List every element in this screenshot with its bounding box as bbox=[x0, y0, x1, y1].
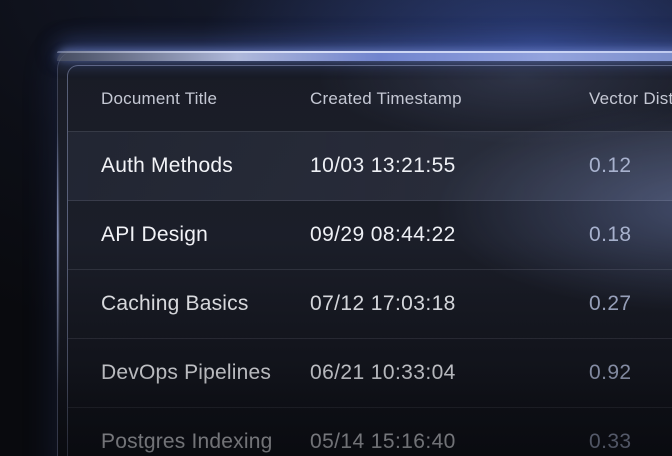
document-title-cell: Caching Basics bbox=[101, 292, 310, 316]
document-title-cell: API Design bbox=[101, 223, 310, 247]
document-title-cell: Auth Methods bbox=[101, 154, 310, 178]
vector-distance-cell: 0.12 bbox=[589, 154, 672, 178]
created-timestamp-cell: 07/12 17:03:18 bbox=[310, 292, 589, 316]
table-row[interactable]: API Design 09/29 08:44:22 0.18 bbox=[68, 201, 672, 270]
table-row[interactable]: Postgres Indexing 05/14 15:16:40 0.33 bbox=[68, 408, 672, 456]
table-row[interactable]: Auth Methods 10/03 13:21:55 0.12 bbox=[68, 132, 672, 201]
column-header-document-title: Document Title bbox=[101, 89, 310, 109]
table-header-row: Document Title Created Timestamp Vector … bbox=[68, 66, 672, 132]
column-header-vector-distance: Vector Distance bbox=[589, 89, 672, 109]
table-row[interactable]: Caching Basics 07/12 17:03:18 0.27 bbox=[68, 270, 672, 339]
vector-distance-cell: 0.92 bbox=[589, 361, 672, 385]
documents-table: Document Title Created Timestamp Vector … bbox=[67, 65, 672, 456]
created-timestamp-cell: 09/29 08:44:22 bbox=[310, 223, 589, 247]
created-timestamp-cell: 06/21 10:33:04 bbox=[310, 361, 589, 385]
created-timestamp-cell: 05/14 15:16:40 bbox=[310, 430, 589, 454]
vector-distance-cell: 0.27 bbox=[589, 292, 672, 316]
table-row[interactable]: DevOps Pipelines 06/21 10:33:04 0.92 bbox=[68, 339, 672, 408]
background: Document Title Created Timestamp Vector … bbox=[0, 0, 672, 456]
vector-distance-cell: 0.33 bbox=[589, 430, 672, 454]
document-title-cell: DevOps Pipelines bbox=[101, 361, 310, 385]
panel-left-glow bbox=[57, 131, 59, 391]
column-header-created-timestamp: Created Timestamp bbox=[310, 89, 589, 109]
vector-distance-cell: 0.18 bbox=[589, 223, 672, 247]
documents-table-panel: Document Title Created Timestamp Vector … bbox=[57, 51, 672, 456]
created-timestamp-cell: 10/03 13:21:55 bbox=[310, 154, 589, 178]
document-title-cell: Postgres Indexing bbox=[101, 430, 310, 454]
panel-top-glow bbox=[57, 51, 672, 61]
